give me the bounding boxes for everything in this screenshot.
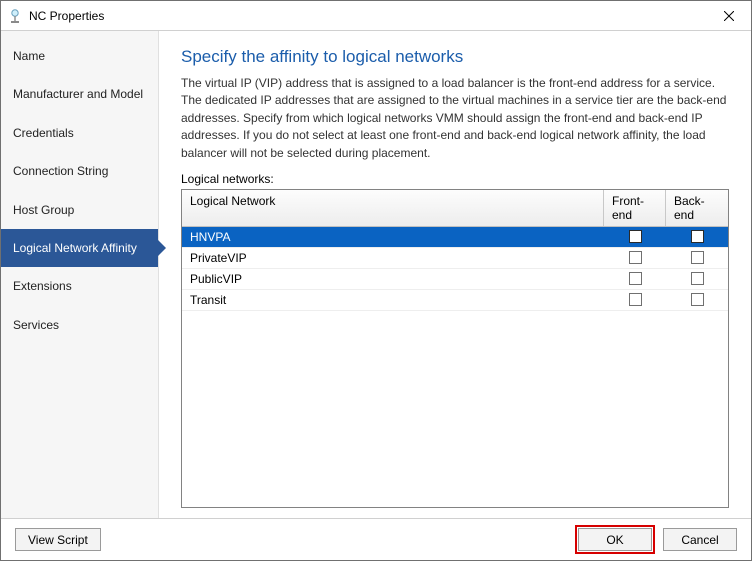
back-end-checkbox[interactable]	[691, 230, 704, 243]
titlebar: NC Properties	[1, 1, 751, 31]
front-end-checkbox[interactable]	[629, 230, 642, 243]
row-name: Transit	[182, 293, 604, 307]
back-end-checkbox[interactable]	[691, 293, 704, 306]
page-description: The virtual IP (VIP) address that is ass…	[181, 75, 729, 162]
front-end-cell	[604, 230, 666, 243]
ok-highlight-ring: OK	[575, 525, 655, 554]
body: NameManufacturer and ModelCredentialsCon…	[1, 31, 751, 518]
sidebar-item-extensions[interactable]: Extensions	[1, 267, 158, 305]
front-end-checkbox[interactable]	[629, 272, 642, 285]
front-end-cell	[604, 293, 666, 306]
close-button[interactable]	[706, 1, 751, 30]
back-end-cell	[666, 293, 728, 306]
main-panel: Specify the affinity to logical networks…	[159, 31, 751, 518]
back-end-cell	[666, 230, 728, 243]
ok-button[interactable]: OK	[578, 528, 652, 551]
col-header-back-end[interactable]: Back-end	[666, 190, 728, 226]
grid-header: Logical Network Front-end Back-end	[182, 190, 728, 227]
close-icon	[724, 11, 734, 21]
sidebar: NameManufacturer and ModelCredentialsCon…	[1, 31, 159, 518]
list-label: Logical networks:	[181, 172, 729, 186]
col-header-logical-network[interactable]: Logical Network	[182, 190, 604, 226]
back-end-cell	[666, 251, 728, 264]
footer: View Script OK Cancel	[1, 518, 751, 560]
sidebar-item-name[interactable]: Name	[1, 37, 158, 75]
back-end-cell	[666, 272, 728, 285]
sidebar-item-credentials[interactable]: Credentials	[1, 114, 158, 152]
table-row[interactable]: Transit	[182, 290, 728, 311]
sidebar-item-host-group[interactable]: Host Group	[1, 191, 158, 229]
app-icon	[7, 8, 23, 24]
sidebar-item-services[interactable]: Services	[1, 306, 158, 344]
page-heading: Specify the affinity to logical networks	[181, 47, 729, 67]
sidebar-item-manufacturer-and-model[interactable]: Manufacturer and Model	[1, 75, 158, 113]
table-row[interactable]: PublicVIP	[182, 269, 728, 290]
col-header-front-end[interactable]: Front-end	[604, 190, 666, 226]
front-end-cell	[604, 272, 666, 285]
table-row[interactable]: HNVPA	[182, 227, 728, 248]
row-name: PublicVIP	[182, 272, 604, 286]
cancel-button[interactable]: Cancel	[663, 528, 737, 551]
front-end-cell	[604, 251, 666, 264]
row-name: PrivateVIP	[182, 251, 604, 265]
table-row[interactable]: PrivateVIP	[182, 248, 728, 269]
window-title: NC Properties	[29, 9, 706, 23]
window-root: NC Properties NameManufacturer and Model…	[0, 0, 752, 561]
sidebar-item-connection-string[interactable]: Connection String	[1, 152, 158, 190]
front-end-checkbox[interactable]	[629, 251, 642, 264]
back-end-checkbox[interactable]	[691, 272, 704, 285]
view-script-button[interactable]: View Script	[15, 528, 101, 551]
sidebar-item-logical-network-affinity[interactable]: Logical Network Affinity	[1, 229, 158, 267]
logical-networks-grid: Logical Network Front-end Back-end HNVPA…	[181, 189, 729, 508]
row-name: HNVPA	[182, 230, 604, 244]
grid-body: HNVPA PrivateVIP PublicVIP Transit	[182, 227, 728, 507]
front-end-checkbox[interactable]	[629, 293, 642, 306]
back-end-checkbox[interactable]	[691, 251, 704, 264]
